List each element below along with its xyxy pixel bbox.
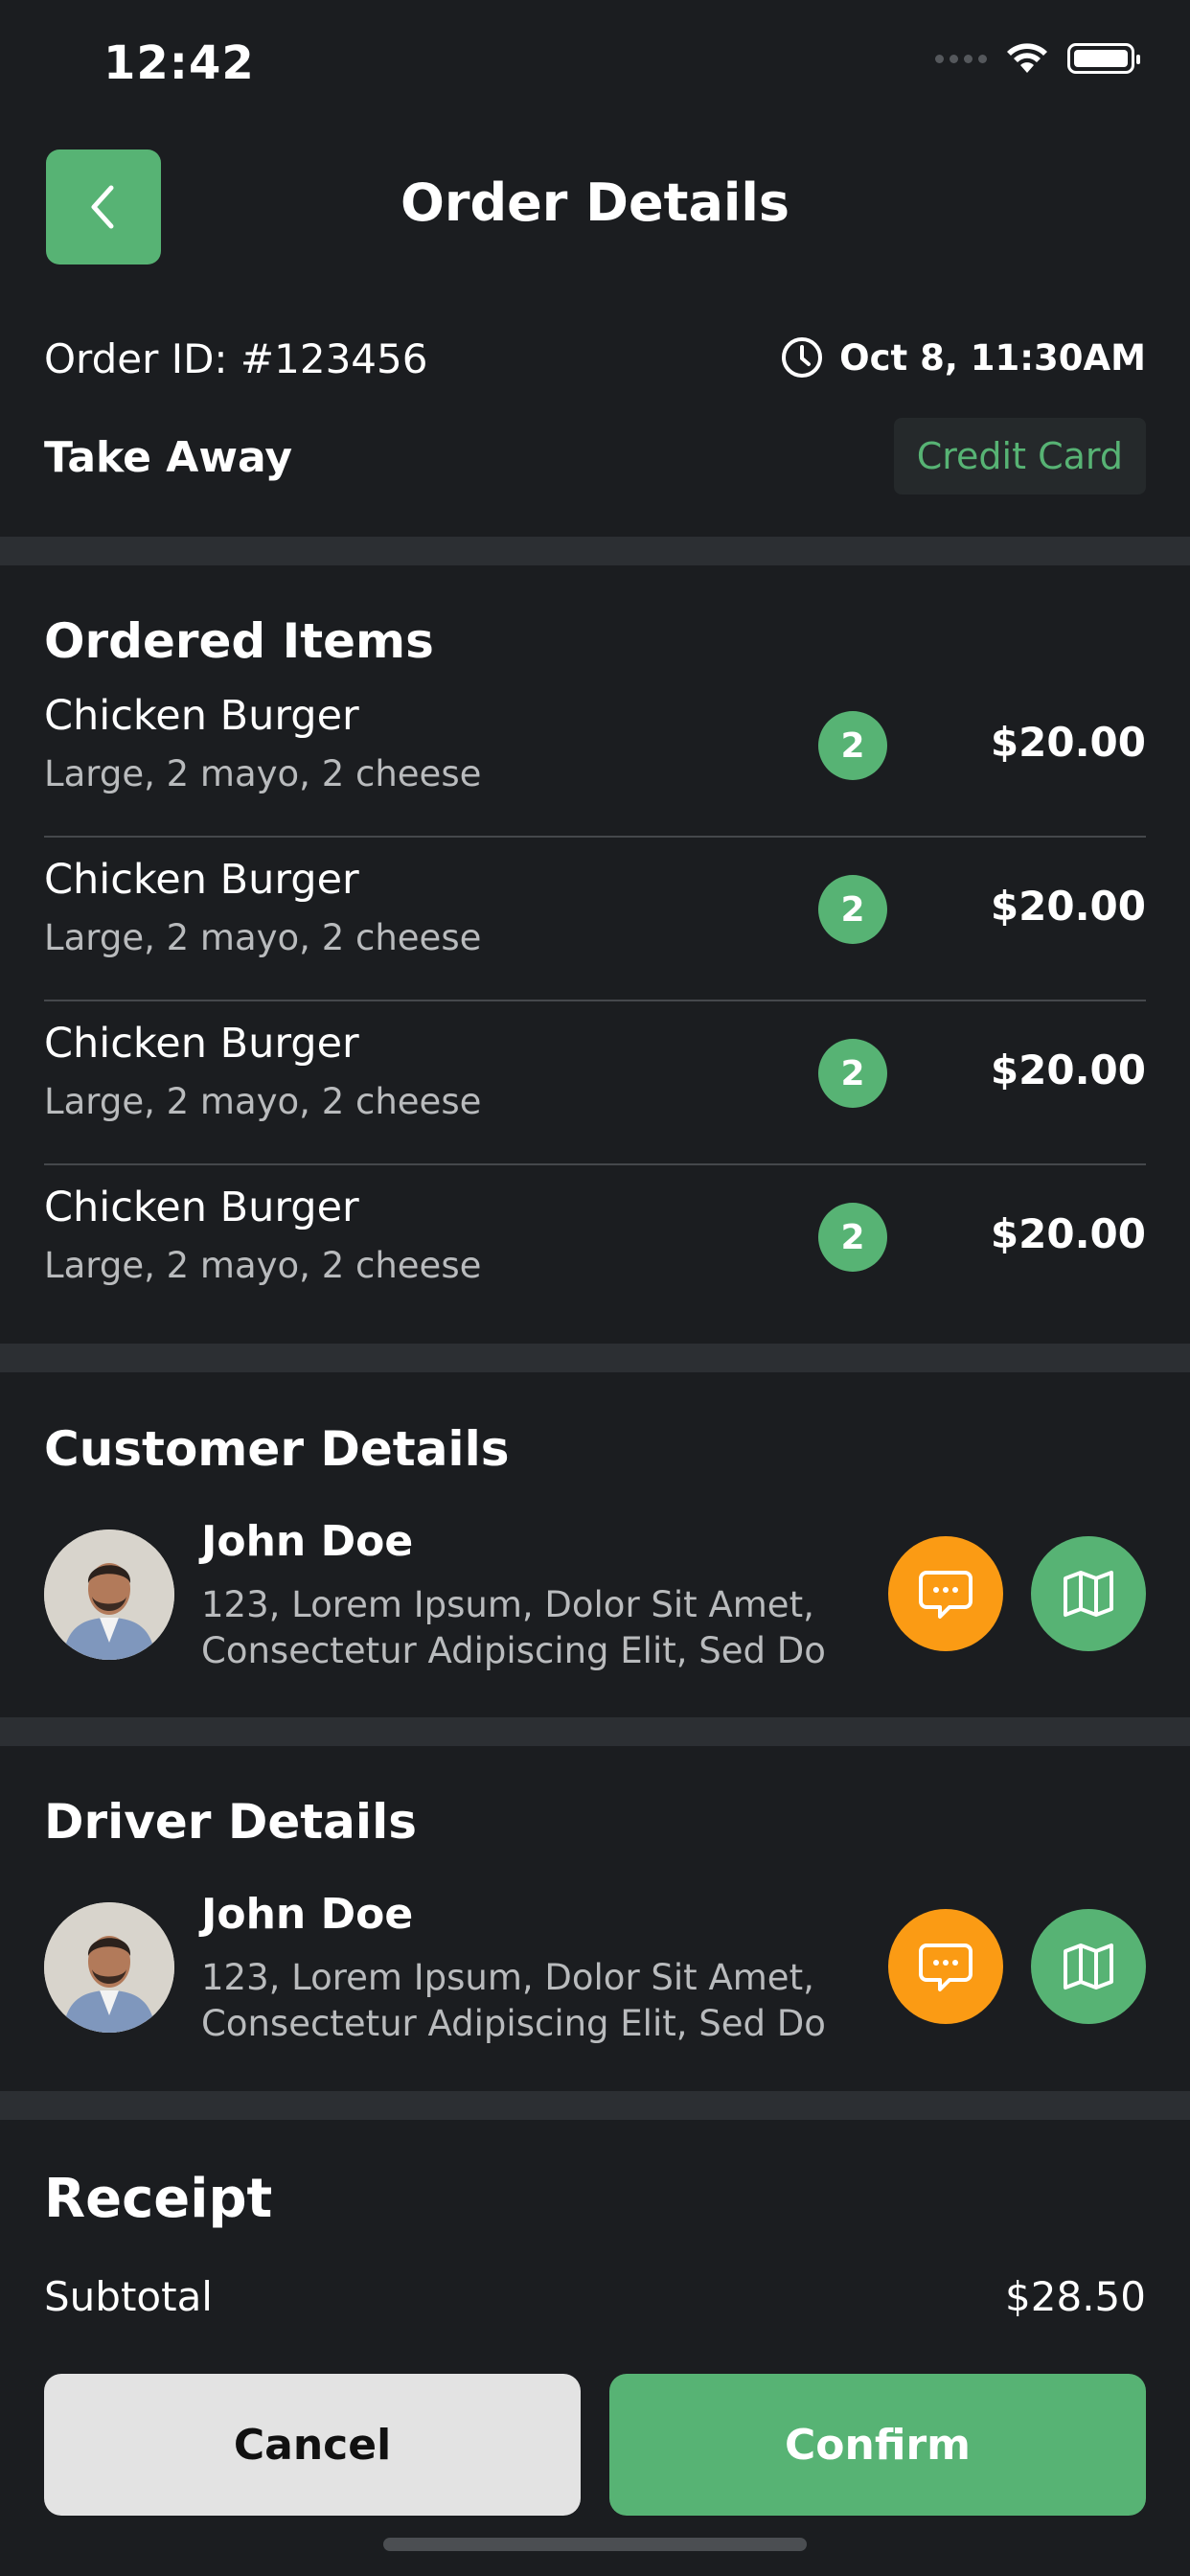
driver-address-line1: 123, Lorem Ipsum, Dolor Sit Amet, xyxy=(201,1957,814,1998)
item-options: Large, 2 mayo, 2 cheese xyxy=(44,917,482,958)
item-divider xyxy=(44,836,1146,838)
item-divider xyxy=(44,1163,1146,1165)
item-options: Large, 2 mayo, 2 cheese xyxy=(44,1081,482,1122)
page-title: Order Details xyxy=(400,172,790,233)
item-name: Chicken Burger xyxy=(44,856,359,904)
signal-icon xyxy=(935,54,987,63)
item-quantity-badge: 2 xyxy=(818,875,887,944)
map-icon xyxy=(1064,1571,1113,1617)
order-item: Chicken Burger Large, 2 mayo, 2 cheese 2… xyxy=(44,1002,1146,1165)
customer-details-title: Customer Details xyxy=(44,1421,510,1477)
cancel-button[interactable]: Cancel xyxy=(44,2374,581,2516)
subtotal-label: Subtotal xyxy=(44,2273,213,2320)
order-type: Take Away xyxy=(44,433,292,482)
home-indicator xyxy=(383,2538,807,2551)
section-divider xyxy=(0,1344,1190,1372)
customer-avatar xyxy=(44,1530,174,1660)
battery-icon xyxy=(1067,43,1140,74)
item-divider xyxy=(44,1000,1146,1001)
chat-bubble-icon xyxy=(919,1944,973,1991)
item-price: $20.00 xyxy=(990,719,1146,766)
payment-method-badge: Credit Card xyxy=(893,418,1146,494)
driver-address-line2: Consectetur Adipiscing Elit, Sed Do xyxy=(201,2003,826,2044)
chat-bubble-icon xyxy=(919,1571,973,1619)
driver-details-title: Driver Details xyxy=(44,1794,417,1850)
avatar-image xyxy=(44,1902,174,2033)
order-id: Order ID: #123456 xyxy=(44,335,428,382)
item-quantity-badge: 2 xyxy=(818,711,887,780)
item-name: Chicken Burger xyxy=(44,1020,359,1068)
clock-icon xyxy=(782,337,823,378)
section-divider xyxy=(0,1717,1190,1746)
receipt-title: Receipt xyxy=(44,2168,273,2230)
customer-address-line1: 123, Lorem Ipsum, Dolor Sit Amet, xyxy=(201,1584,814,1625)
item-price: $20.00 xyxy=(990,883,1146,930)
order-time: Oct 8, 11:30AM xyxy=(780,335,1146,380)
section-divider xyxy=(0,537,1190,565)
confirm-button[interactable]: Confirm xyxy=(609,2374,1146,2516)
driver-avatar xyxy=(44,1902,174,2033)
item-name: Chicken Burger xyxy=(44,692,359,740)
avatar-image xyxy=(44,1530,174,1660)
item-price: $20.00 xyxy=(990,1210,1146,1257)
order-item: Chicken Burger Large, 2 mayo, 2 cheese 2… xyxy=(44,675,1146,838)
customer-chat-button[interactable] xyxy=(888,1536,1003,1651)
order-item: Chicken Burger Large, 2 mayo, 2 cheese 2… xyxy=(44,839,1146,1001)
customer-address-line2: Consectetur Adipiscing Elit, Sed Do xyxy=(201,1630,826,1671)
customer-map-button[interactable] xyxy=(1031,1536,1146,1651)
item-price: $20.00 xyxy=(990,1046,1146,1093)
item-name: Chicken Burger xyxy=(44,1184,359,1231)
item-options: Large, 2 mayo, 2 cheese xyxy=(44,753,482,794)
status-indicators xyxy=(935,42,1140,75)
map-icon xyxy=(1064,1944,1113,1990)
driver-name: John Doe xyxy=(201,1890,414,1939)
item-quantity-badge: 2 xyxy=(818,1203,887,1272)
customer-name: John Doe xyxy=(201,1517,414,1566)
ordered-items-title: Ordered Items xyxy=(44,613,434,669)
driver-chat-button[interactable] xyxy=(888,1909,1003,2024)
subtotal-value: $28.50 xyxy=(1005,2273,1146,2320)
status-time: 12:42 xyxy=(103,36,255,90)
section-divider xyxy=(0,2091,1190,2120)
order-item: Chicken Burger Large, 2 mayo, 2 cheese 2… xyxy=(44,1166,1146,1329)
item-options: Large, 2 mayo, 2 cheese xyxy=(44,1245,482,1286)
driver-map-button[interactable] xyxy=(1031,1909,1146,2024)
item-quantity-badge: 2 xyxy=(818,1039,887,1108)
wifi-icon xyxy=(1007,43,1047,73)
order-time-text: Oct 8, 11:30AM xyxy=(839,336,1146,379)
